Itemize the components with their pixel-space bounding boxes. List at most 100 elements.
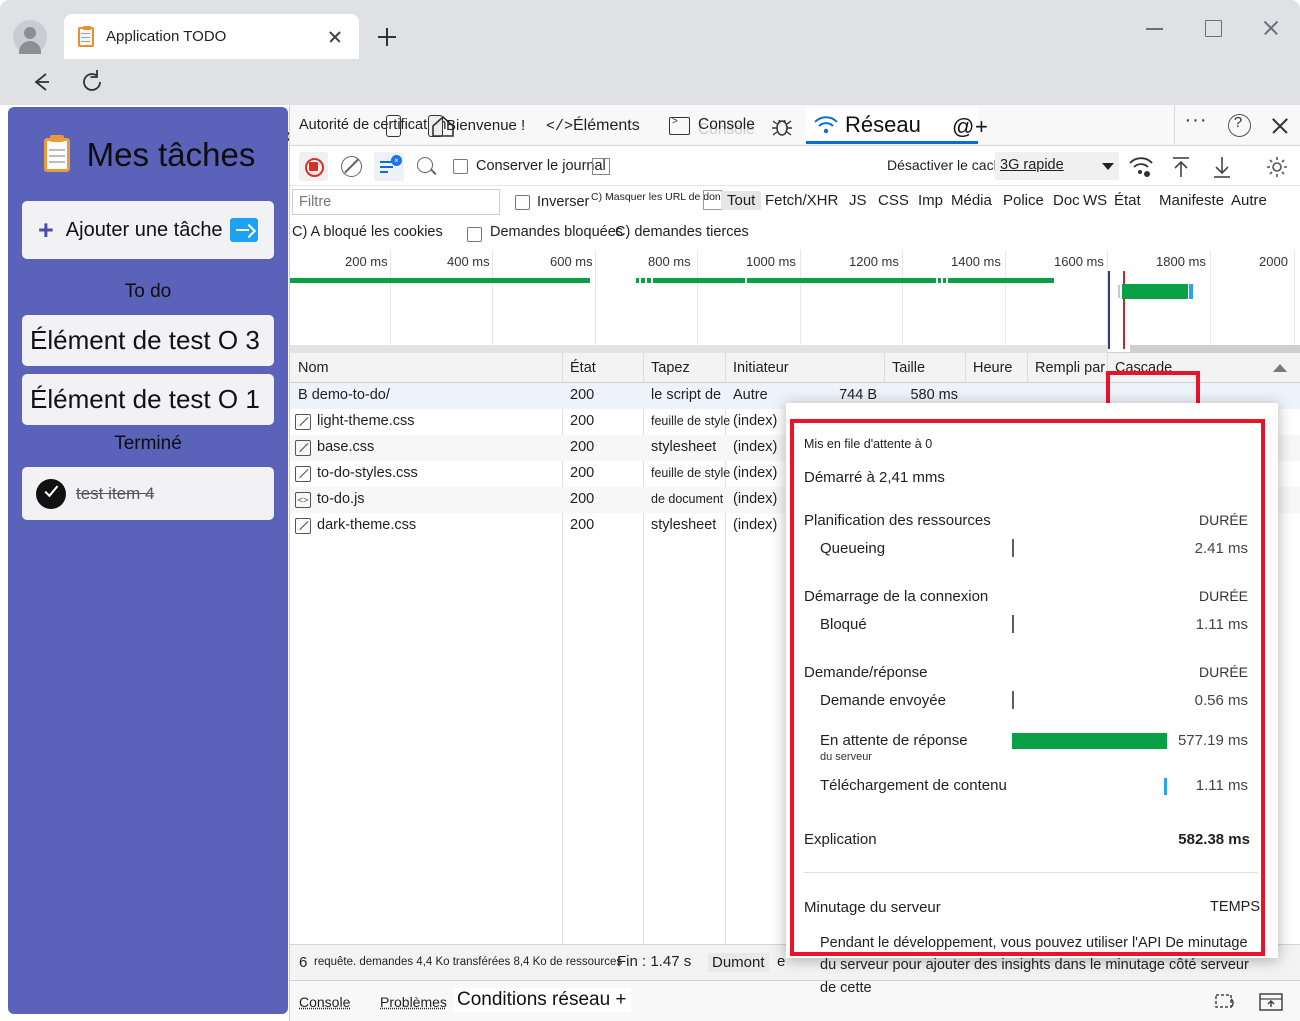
overview-tick: 400 ms [447,254,490,269]
keep-log-checkbox[interactable]: Conserver le journal [453,158,606,174]
wifi-icon [813,115,839,135]
timing-bar [1012,733,1167,749]
sort-ascending-icon[interactable] [1273,364,1287,372]
filter-type-doc[interactable]: Doc [1053,192,1080,209]
filter-type-css[interactable]: CSS [878,192,909,209]
window-close-icon[interactable] [1242,0,1300,56]
cell-type: stylesheet [651,439,716,455]
checkbox-icon[interactable] [515,195,530,210]
timing-bar [1012,691,1014,709]
cell-name: to-do-styles.css [317,465,418,481]
popover-queued-at: Mis en file d'attente à 0 [804,437,1258,451]
column-header-taille[interactable]: Taille [892,360,925,376]
filter-icon[interactable]: × [374,152,404,181]
filter-type-imp[interactable]: Imp [918,192,943,209]
gear-icon[interactable] [1265,155,1289,179]
column-header-nom[interactable]: Nom [298,360,329,376]
filter-type-police[interactable]: Police [1003,192,1044,209]
timing-group-request-response: Demande/réponse DURÉE Demande envoyée 0.… [804,664,1258,799]
column-header-tapez[interactable]: Tapez [651,360,690,376]
dock-panel-icon[interactable] [1258,991,1284,1013]
invert-checkbox[interactable]: Inverser [515,194,589,210]
tab-welcome[interactable]: Bienvenue ! [446,117,525,134]
record-button[interactable] [299,152,328,181]
at-symbol-icon[interactable]: @ [952,114,974,140]
help-icon[interactable] [1217,105,1259,146]
blocked-cookies-label[interactable]: C) A bloqué les cookies [292,224,443,240]
network-conditions-icon[interactable] [1128,156,1154,178]
filter-type-ws[interactable]: WS [1083,192,1107,209]
filter-type-tout[interactable]: Tout [721,191,761,210]
column-header-etat[interactable]: État [570,360,596,376]
reload-icon[interactable] [76,66,108,98]
cell-size: 744 B [820,387,877,403]
cell-initiator: (index) [733,491,777,507]
server-timing-note: Pendant le développement, vous pouvez ut… [820,932,1258,999]
disable-cache-label[interactable]: Désactiver le cache [887,157,1009,173]
add-task-button[interactable]: + Ajouter une tâche [22,201,274,259]
drawer-tab-console[interactable]: Console [299,994,350,1010]
cell-name: to-do.js [317,491,365,507]
column-header-initiateur[interactable]: Initiateur [733,360,789,376]
drawer-network-conditions[interactable]: Conditions réseau + [453,988,631,1012]
add-tab-icon[interactable]: + [975,114,988,140]
clear-icon[interactable] [338,153,365,180]
tab-certificate-authority[interactable]: Autorité de certification [299,117,447,133]
filter-type-autre[interactable]: Autre [1231,192,1267,209]
group-title: Planification des ressources [804,512,991,529]
timing-bar [1012,615,1014,633]
waterfall-bar[interactable] [1122,284,1188,299]
overview-tick: 1400 ms [951,254,1001,269]
column-header-heure[interactable]: Heure [973,360,1013,376]
third-party-requests-label[interactable]: C) demandes tierces [615,224,749,240]
checkbox-icon[interactable] [453,159,468,174]
maximize-icon[interactable] [1184,0,1242,56]
tab-elements[interactable]: Éléments [573,117,640,135]
blocked-requests-checkbox[interactable] [467,227,482,242]
drawer-tab-problemes[interactable]: Problèmes [380,994,447,1010]
blocked-requests-label[interactable]: Demandes bloquées [490,224,623,240]
list-item[interactable]: test item 4 [22,467,274,520]
check-icon[interactable] [36,479,66,509]
list-item[interactable]: Élément de test O 1 [22,374,274,425]
devtools-tabbar-actions: ··· [1174,105,1300,146]
cell-initiator: (index) [733,413,777,429]
devtools-close-icon[interactable] [1259,105,1300,146]
new-tab-icon[interactable] [372,22,402,52]
filter-input[interactable] [292,189,500,215]
filter-type-media[interactable]: Média [951,192,992,209]
tab-network-label[interactable]: Réseau [845,112,921,138]
filter-type-fetchxhr[interactable]: Fetch/XHR [765,192,838,209]
timing-row: Queueing 2.41 ms [804,540,1258,562]
group-title: Demande/réponse [804,664,927,681]
column-header-rempli-par[interactable]: Rempli par [1035,360,1105,376]
submit-arrow-icon[interactable] [230,218,258,242]
profile-avatar[interactable] [13,20,47,54]
throttle-select[interactable]: 3G rapide [995,152,1119,180]
cell-initiator: (index) [733,439,777,455]
timing-name: Téléchargement de contenu [820,777,1007,794]
duration-header: DURÉE [1199,512,1248,529]
more-options-icon[interactable]: ··· [1175,105,1217,146]
todo-app-panel: Mes tâches + Ajouter une tâche To do Élé… [8,107,288,1014]
section-title-todo: To do [22,281,274,303]
timing-row: Demande envoyée 0.56 ms [804,692,1258,714]
search-icon[interactable] [414,154,440,180]
import-har-icon[interactable] [1169,154,1193,180]
tab-console[interactable]: Console [698,116,755,134]
back-icon[interactable] [26,66,58,98]
list-item[interactable]: Élément de test O 3 [22,315,274,366]
clipboard-icon [76,26,96,48]
timing-value: 1.11 ms [1196,616,1248,633]
status-summary: requête. demandes 4,4 Ko transférées 8,4… [314,956,622,968]
duration-header: DURÉE [1199,664,1248,681]
close-icon[interactable] [323,25,347,49]
filter-type-manifeste[interactable]: Manifeste [1159,192,1224,209]
browser-tab[interactable]: Application TODO [64,14,359,59]
export-har-icon[interactable] [1210,154,1234,180]
filter-type-etat[interactable]: État [1114,192,1141,209]
network-overview-timeline[interactable]: 200 ms 400 ms 600 ms 800 ms 1000 ms 1200… [290,250,1300,353]
cell-name: base.css [317,439,374,455]
filter-type-js[interactable]: JS [849,192,867,209]
minimize-icon[interactable] [1126,0,1184,56]
